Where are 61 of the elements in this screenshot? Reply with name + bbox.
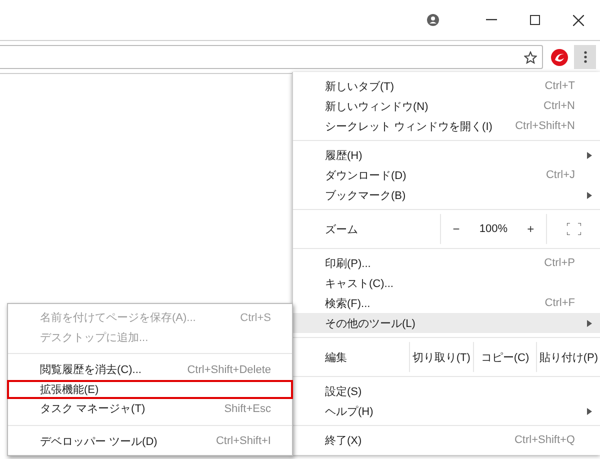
menu-item-label: 検索(F)... <box>325 296 370 310</box>
account-icon[interactable] <box>427 14 439 26</box>
menu-item-label: デベロッパー ツール(D) <box>40 434 158 449</box>
zoom-in-button[interactable]: + <box>523 220 538 238</box>
shortcut-text: Ctrl+Shift+I <box>216 435 271 448</box>
maximize-icon[interactable] <box>530 15 540 25</box>
shortcut-text: Ctrl+Shift+N <box>515 120 575 132</box>
zoom-out-button[interactable]: − <box>448 220 464 238</box>
menu-item[interactable]: 履歴(H) <box>293 145 600 165</box>
menu-item[interactable]: ブックマーク(B) <box>293 185 600 205</box>
shortcut-text: Ctrl+J <box>546 169 575 181</box>
menu-item-label: シークレット ウィンドウを開く(I) <box>325 120 492 134</box>
shortcut-text: Ctrl+Shift+Q <box>514 434 575 446</box>
menu-item-label: 新しいウィンドウ(N) <box>325 100 428 114</box>
menu-item[interactable]: 設定(S) <box>293 381 600 401</box>
menu-item-label: 名前を付けてページを保存(A)... <box>40 311 196 326</box>
extension-icon[interactable] <box>551 48 568 66</box>
shortcut-text: Shift+Esc <box>224 402 271 415</box>
zoom-level: 100% <box>479 223 508 235</box>
menu-item-label: 新しいタブ(T) <box>325 80 394 94</box>
menu-item[interactable]: 新しいウィンドウ(N) Ctrl+N <box>293 96 600 116</box>
menu-item[interactable]: ヘルプ(H) <box>293 401 600 421</box>
menu-item[interactable]: 検索(F)... Ctrl+F <box>293 293 600 313</box>
edit-button[interactable]: 切り取り(T) <box>410 342 474 372</box>
menu-item-label: ヘルプ(H) <box>325 404 374 418</box>
menu-item[interactable]: デベロッパー ツール(D) Ctrl+Shift+I <box>7 432 293 451</box>
fullscreen-icon[interactable] <box>566 223 580 235</box>
menu-item-label: ブックマーク(B) <box>325 188 406 202</box>
menu-item[interactable]: 印刷(P)... Ctrl+P <box>293 253 600 273</box>
shortcut-text: Ctrl+P <box>544 257 575 269</box>
menu-item[interactable]: 終了(X) Ctrl+Shift+Q <box>293 430 600 450</box>
edit-button[interactable]: 貼り付け(P) <box>537 342 600 372</box>
menu-item[interactable]: 閲覧履歴を消去(C)... Ctrl+Shift+Delete <box>7 360 293 380</box>
minimize-icon[interactable] <box>486 19 497 21</box>
menu-item[interactable]: ダウンロード(D) Ctrl+J <box>293 165 600 185</box>
close-icon[interactable] <box>573 14 584 26</box>
menu-item[interactable]: 新しいタブ(T) Ctrl+T <box>293 76 600 96</box>
menu-icon[interactable] <box>574 45 596 69</box>
menu-item[interactable]: 拡張機能(E) <box>7 380 293 399</box>
shortcut-text: Ctrl+N <box>544 100 575 112</box>
menu-item-label: その他のツール(L) <box>325 316 416 330</box>
menu-item-label: 終了(X) <box>325 434 362 448</box>
menu-item-label: 閲覧履歴を消去(C)... <box>40 363 142 378</box>
shortcut-text: Ctrl+S <box>240 312 271 324</box>
shortcut-text: Ctrl+Shift+Delete <box>187 364 271 376</box>
menu-item-label: 履歴(H) <box>325 148 362 162</box>
menu-item-label: 設定(S) <box>325 384 362 398</box>
menu-item[interactable]: その他のツール(L) <box>293 313 600 333</box>
menu-item-label: ダウンロード(D) <box>325 168 406 182</box>
shortcut-text: Ctrl+F <box>544 297 575 309</box>
menu-item-label: キャスト(C)... <box>325 276 394 290</box>
menu-item-label: デスクトップに追加... <box>40 330 148 345</box>
menu-item[interactable]: タスク マネージャ(T) Shift+Esc <box>7 399 293 418</box>
menu-item-label: 拡張機能(E) <box>40 382 99 397</box>
menu-item[interactable]: キャスト(C)... <box>293 273 600 293</box>
menu-item[interactable]: シークレット ウィンドウを開く(I) Ctrl+Shift+N <box>293 116 600 136</box>
menu-item-label: 印刷(P)... <box>325 256 371 270</box>
zoom-label: ズーム <box>293 214 441 244</box>
star-icon[interactable] <box>524 50 537 64</box>
menu-item-label: タスク マネージャ(T) <box>40 402 146 416</box>
shortcut-text: Ctrl+T <box>544 80 575 92</box>
